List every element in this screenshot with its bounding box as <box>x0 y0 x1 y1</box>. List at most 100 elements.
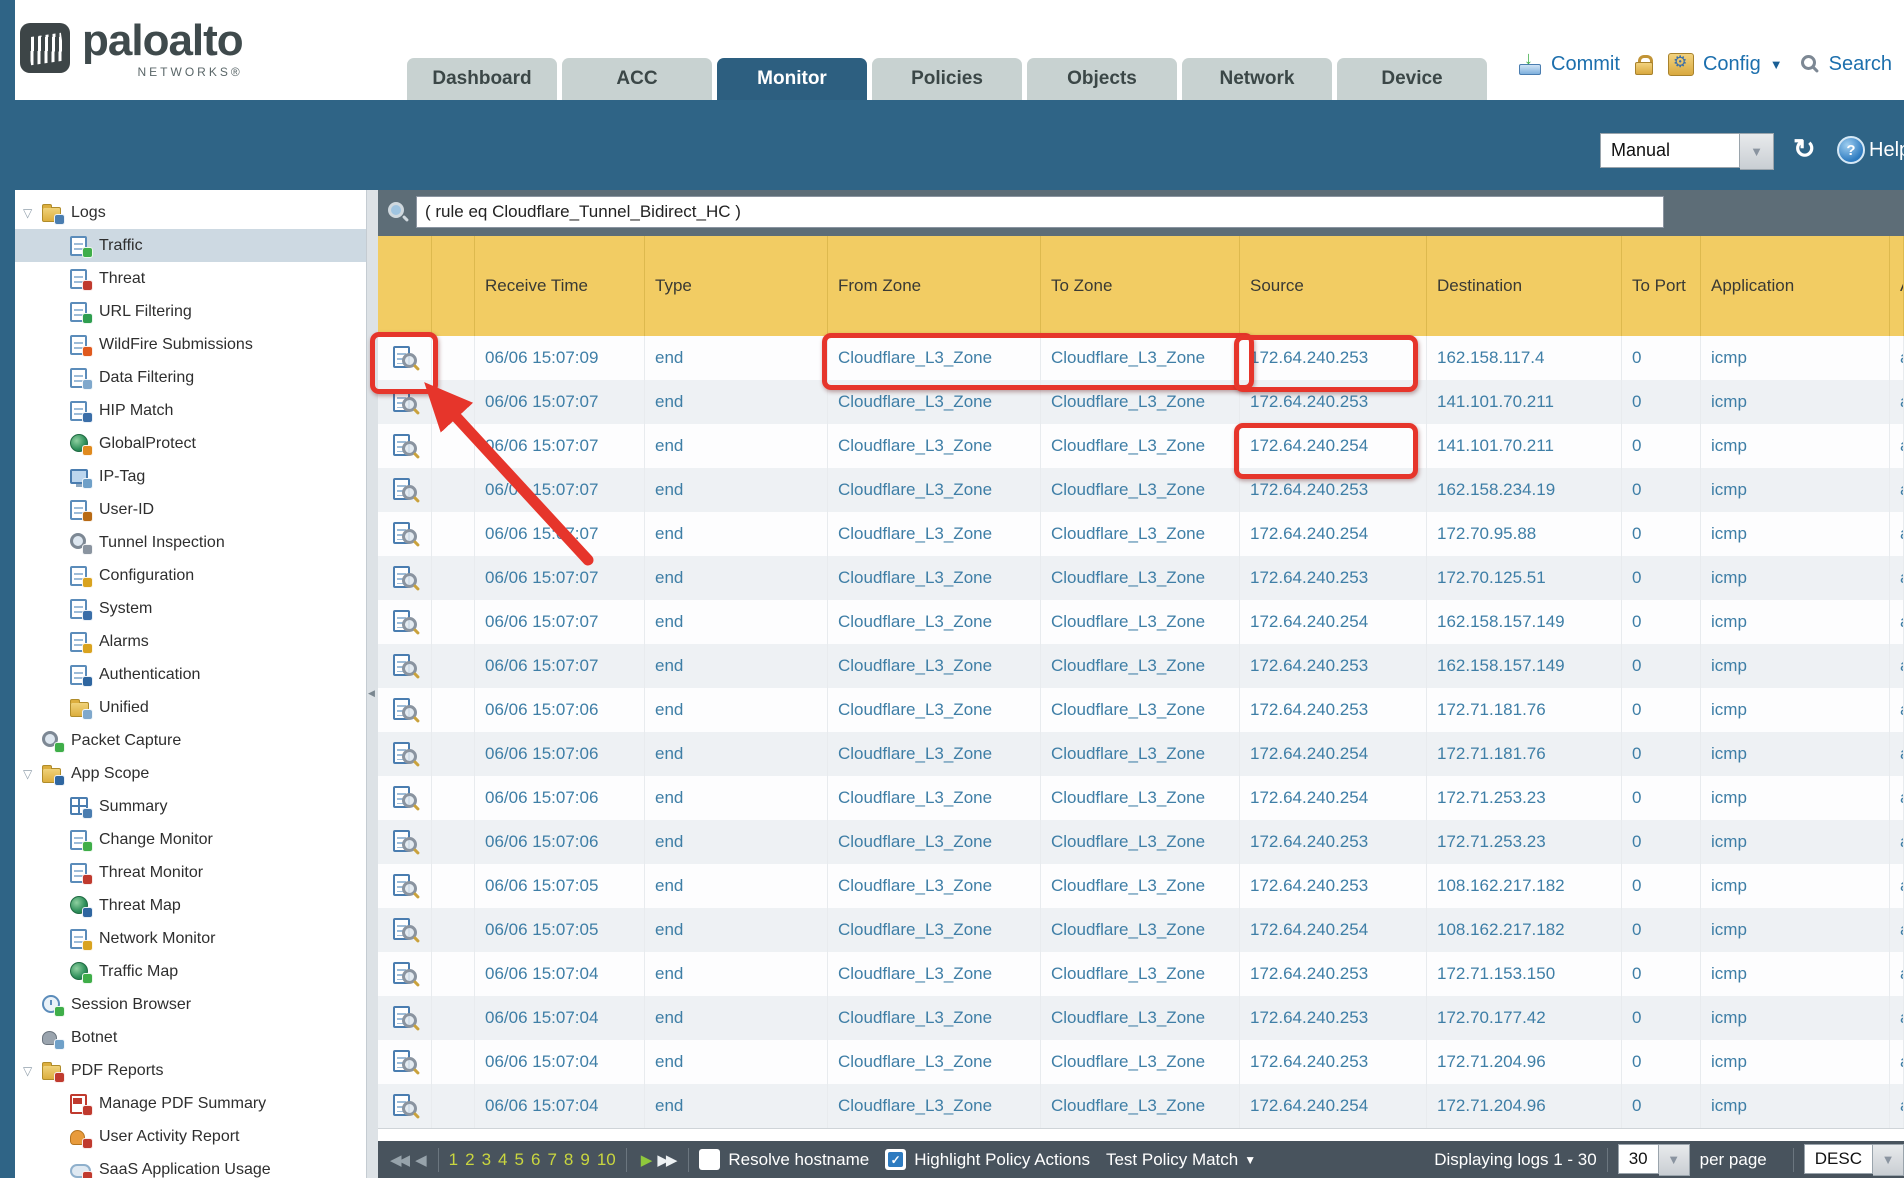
last-page-button[interactable]: ▶▶ <box>657 1151 674 1169</box>
sidebar-item-manage-pdf-summary[interactable]: Manage PDF Summary <box>15 1087 366 1120</box>
highlight-policy-checkbox[interactable]: ✓ <box>885 1149 906 1170</box>
row-detail-magnifier-icon[interactable] <box>392 433 418 459</box>
next-page-button[interactable]: ▶ <box>641 1151 650 1169</box>
tab-policies[interactable]: Policies <box>872 58 1022 100</box>
row-detail-magnifier-icon[interactable] <box>392 697 418 723</box>
table-row[interactable]: 06/06 15:07:04endCloudflare_L3_ZoneCloud… <box>378 1084 1904 1128</box>
filter-input[interactable] <box>416 196 1664 228</box>
table-row[interactable]: 06/06 15:07:07endCloudflare_L3_ZoneCloud… <box>378 512 1904 556</box>
column-header-to-port[interactable]: To Port <box>1622 236 1701 336</box>
table-row[interactable]: 06/06 15:07:07endCloudflare_L3_ZoneCloud… <box>378 468 1904 512</box>
tab-monitor[interactable]: Monitor <box>717 58 867 100</box>
help-button[interactable]: Help <box>1837 136 1904 164</box>
table-row[interactable]: 06/06 15:07:05endCloudflare_L3_ZoneCloud… <box>378 864 1904 908</box>
expand-arrow-icon[interactable]: ▽ <box>23 767 37 781</box>
row-detail-magnifier-icon[interactable] <box>392 1005 418 1031</box>
table-row[interactable]: 06/06 15:07:07endCloudflare_L3_ZoneCloud… <box>378 380 1904 424</box>
row-detail-magnifier-icon[interactable] <box>392 785 418 811</box>
prev-page-button[interactable]: ◀ <box>415 1151 424 1169</box>
row-detail-magnifier-icon[interactable] <box>392 741 418 767</box>
sidebar-item-traffic[interactable]: Traffic <box>15 229 366 262</box>
tab-network[interactable]: Network <box>1182 58 1332 100</box>
sidebar-item-authentication[interactable]: Authentication <box>15 658 366 691</box>
column-header-spacer[interactable] <box>432 236 475 336</box>
column-header-to-zone[interactable]: To Zone <box>1041 236 1240 336</box>
resolve-hostname-checkbox[interactable]: ✓ <box>699 1149 720 1170</box>
commit-button[interactable]: Commit <box>1551 53 1620 76</box>
sidebar-item-hip-match[interactable]: HIP Match <box>15 394 366 427</box>
sidebar-item-ip-tag[interactable]: IP-Tag <box>15 460 366 493</box>
sidebar-item-packet-capture[interactable]: Packet Capture <box>15 724 366 757</box>
page-size-select[interactable]: 30 ▼ <box>1618 1144 1690 1176</box>
table-row[interactable]: 06/06 15:07:06endCloudflare_L3_ZoneCloud… <box>378 732 1904 776</box>
sidebar-item-user-id[interactable]: User-ID <box>15 493 366 526</box>
tab-dashboard[interactable]: Dashboard <box>407 58 557 100</box>
sidebar-item-logs[interactable]: ▽Logs <box>15 196 366 229</box>
row-detail-magnifier-icon[interactable] <box>392 653 418 679</box>
row-detail-magnifier-icon[interactable] <box>392 477 418 503</box>
column-header-action[interactable]: A <box>1890 236 1904 336</box>
refresh-interval-value[interactable]: Manual <box>1600 133 1740 168</box>
sidebar-item-saas-application-usage[interactable]: SaaS Application Usage <box>15 1153 366 1178</box>
sidebar-item-pdf-reports[interactable]: ▽PDF Reports <box>15 1054 366 1087</box>
expand-arrow-icon[interactable]: ▽ <box>23 206 37 220</box>
row-detail-magnifier-icon[interactable] <box>392 565 418 591</box>
row-detail-magnifier-icon[interactable] <box>392 345 418 371</box>
table-row[interactable]: 06/06 15:07:07endCloudflare_L3_ZoneCloud… <box>378 556 1904 600</box>
collapse-sidebar-icon[interactable]: ◀ <box>368 688 375 699</box>
table-row[interactable]: 06/06 15:07:07endCloudflare_L3_ZoneCloud… <box>378 600 1904 644</box>
sidebar-item-user-activity-report[interactable]: User Activity Report <box>15 1120 366 1153</box>
page-number-5[interactable]: 5 <box>515 1150 524 1170</box>
sidebar-item-session-browser[interactable]: Session Browser <box>15 988 366 1021</box>
page-number-4[interactable]: 4 <box>498 1150 507 1170</box>
table-row[interactable]: 06/06 15:07:04endCloudflare_L3_ZoneCloud… <box>378 1040 1904 1084</box>
sidebar-item-summary[interactable]: Summary <box>15 790 366 823</box>
column-header-receive-time[interactable]: Receive Time <box>475 236 645 336</box>
sidebar-item-globalprotect[interactable]: GlobalProtect <box>15 427 366 460</box>
page-number-9[interactable]: 9 <box>580 1150 589 1170</box>
table-row[interactable]: 06/06 15:07:04endCloudflare_L3_ZoneCloud… <box>378 996 1904 1040</box>
page-number-8[interactable]: 8 <box>564 1150 573 1170</box>
row-detail-magnifier-icon[interactable] <box>392 609 418 635</box>
tab-objects[interactable]: Objects <box>1027 58 1177 100</box>
column-header-type[interactable]: Type <box>645 236 828 336</box>
column-header-from-zone[interactable]: From Zone <box>828 236 1041 336</box>
row-detail-magnifier-icon[interactable] <box>392 873 418 899</box>
table-row[interactable]: 06/06 15:07:06endCloudflare_L3_ZoneCloud… <box>378 820 1904 864</box>
row-detail-magnifier-icon[interactable] <box>392 1093 418 1119</box>
table-row[interactable]: 06/06 15:07:09endCloudflare_L3_ZoneCloud… <box>378 336 1904 380</box>
refresh-interval-select[interactable]: Manual ▼ <box>1600 133 1774 170</box>
table-row[interactable]: 06/06 15:07:07endCloudflare_L3_ZoneCloud… <box>378 644 1904 688</box>
column-header-source[interactable]: Source <box>1240 236 1427 336</box>
sidebar-item-wildfire-submissions[interactable]: WildFire Submissions <box>15 328 366 361</box>
sort-order-value[interactable]: DESC <box>1804 1144 1873 1174</box>
sidebar-item-unified[interactable]: Unified <box>15 691 366 724</box>
sidebar-item-change-monitor[interactable]: Change Monitor <box>15 823 366 856</box>
page-number-6[interactable]: 6 <box>531 1150 540 1170</box>
page-size-dropdown-button[interactable]: ▼ <box>1659 1144 1690 1176</box>
tab-acc[interactable]: ACC <box>562 58 712 100</box>
row-detail-magnifier-icon[interactable] <box>392 1049 418 1075</box>
lock-icon[interactable] <box>1635 54 1653 75</box>
column-header-application[interactable]: Application <box>1701 236 1890 336</box>
sidebar-item-url-filtering[interactable]: URL Filtering <box>15 295 366 328</box>
page-size-value[interactable]: 30 <box>1618 1144 1659 1174</box>
sidebar-item-threat-monitor[interactable]: Threat Monitor <box>15 856 366 889</box>
sort-order-select[interactable]: DESC ▼ <box>1804 1144 1904 1176</box>
sidebar-item-network-monitor[interactable]: Network Monitor <box>15 922 366 955</box>
test-policy-match-button[interactable]: Test Policy Match <box>1106 1150 1238 1170</box>
config-button[interactable]: Config <box>1703 53 1761 76</box>
row-detail-magnifier-icon[interactable] <box>392 389 418 415</box>
config-caret-icon[interactable]: ▼ <box>1770 57 1783 72</box>
row-detail-magnifier-icon[interactable] <box>392 961 418 987</box>
page-number-1[interactable]: 1 <box>449 1150 458 1170</box>
sidebar-item-data-filtering[interactable]: Data Filtering <box>15 361 366 394</box>
table-row[interactable]: 06/06 15:07:05endCloudflare_L3_ZoneCloud… <box>378 908 1904 952</box>
page-number-3[interactable]: 3 <box>482 1150 491 1170</box>
row-detail-magnifier-icon[interactable] <box>392 829 418 855</box>
page-number-7[interactable]: 7 <box>547 1150 556 1170</box>
column-header-detail[interactable] <box>378 236 432 336</box>
expand-arrow-icon[interactable]: ▽ <box>23 1064 37 1078</box>
page-number-10[interactable]: 10 <box>597 1150 616 1170</box>
refresh-icon[interactable] <box>1793 134 1816 165</box>
